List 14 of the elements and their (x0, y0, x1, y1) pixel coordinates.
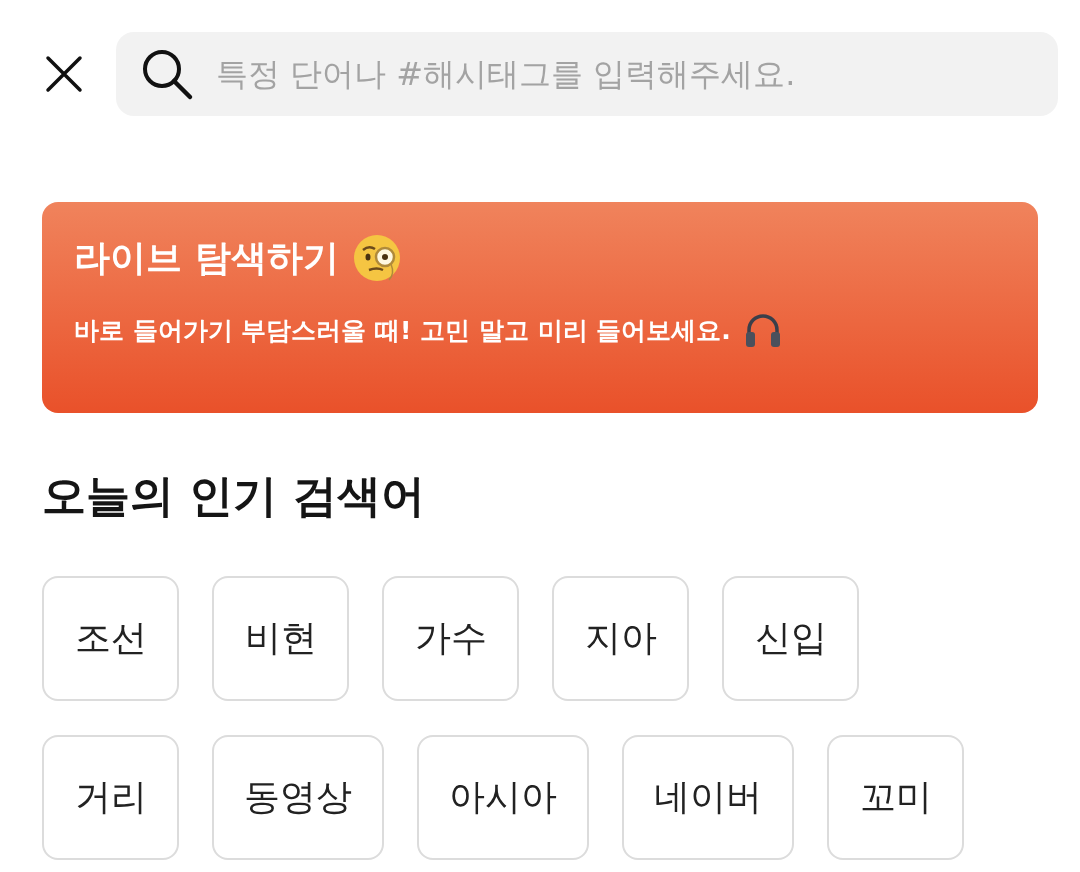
keyword-chip[interactable]: 지아 (552, 576, 689, 701)
section-heading: 오늘의 인기 검색어 (42, 469, 426, 523)
keyword-chip[interactable]: 동영상 (212, 735, 384, 860)
keyword-chip[interactable]: 가수 (382, 576, 519, 701)
keyword-chip[interactable]: 거리 (42, 735, 179, 860)
banner-title: 라이브 탐색하기 (74, 235, 339, 280)
banner-subtitle: 바로 들어가기 부담스러울 때! 고민 말고 미리 들어보세요. (74, 314, 731, 347)
keyword-chip[interactable]: 꼬미 (827, 735, 964, 860)
keyword-chip[interactable]: 신입 (722, 576, 859, 701)
keyword-chip[interactable]: 네이버 (622, 735, 794, 860)
keyword-chip[interactable]: 조선 (42, 576, 179, 701)
search-field[interactable]: 특정 단어나 #해시태그를 입력해주세요. (116, 32, 1058, 116)
keyword-chip[interactable]: 비현 (212, 576, 349, 701)
keyword-chip[interactable]: 아시아 (417, 735, 589, 860)
